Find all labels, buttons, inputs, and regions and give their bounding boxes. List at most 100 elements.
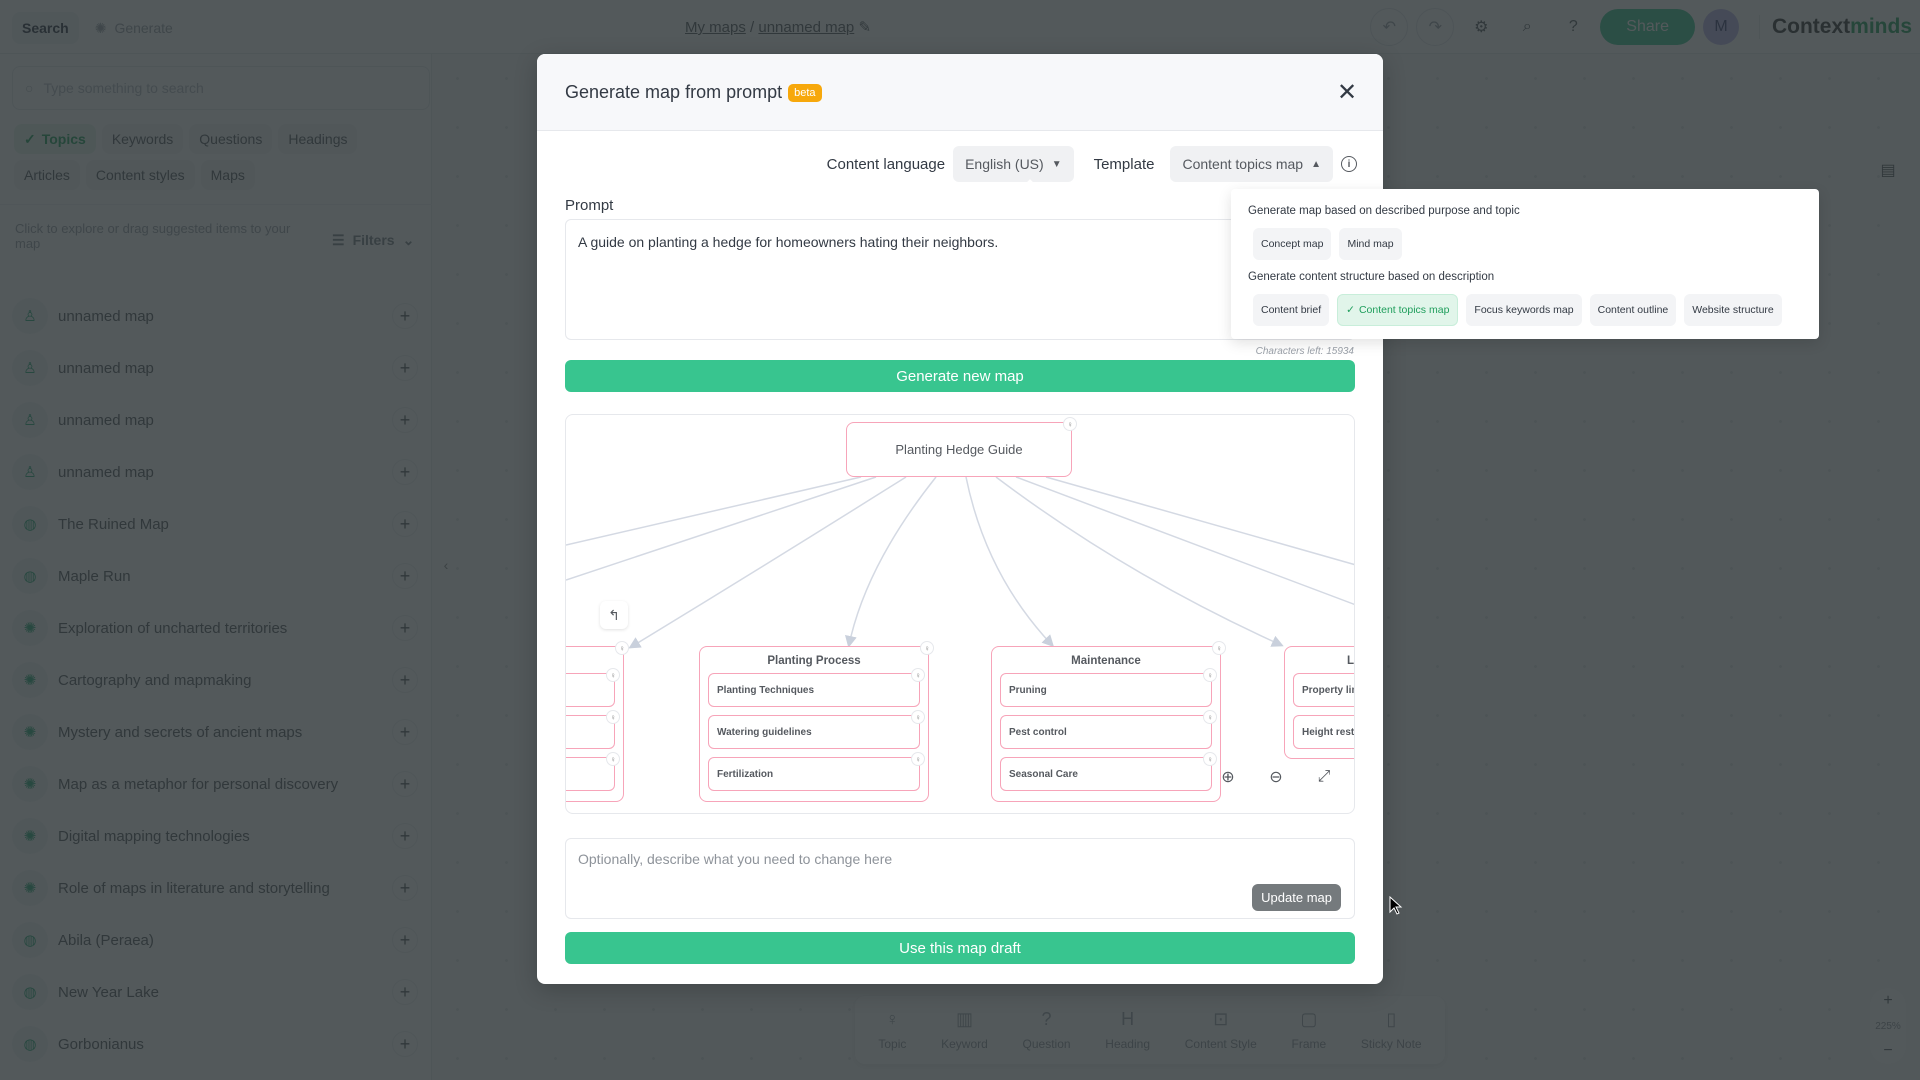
option-label: Content outline	[1597, 304, 1669, 316]
dropdown-section2-heading: Generate content structure based on desc…	[1248, 271, 1495, 283]
map-child-node[interactable]: Planting Techniques ♀	[708, 668, 925, 707]
lightbulb-icon[interactable]: ♀	[606, 668, 620, 682]
child-label: Property lin	[1302, 684, 1355, 696]
edge	[845, 476, 937, 648]
template-value: Content topics map	[1182, 156, 1304, 172]
child-label: Pruning	[1009, 684, 1047, 696]
chevron-up-icon: ▲	[1311, 158, 1321, 170]
content-language-value: English (US)	[965, 156, 1044, 172]
settings-row: Content language English (US) ▼ Template…	[827, 146, 1357, 182]
map-child-node[interactable]: Pruning ♀	[1000, 668, 1217, 707]
beta-badge: beta	[788, 83, 822, 102]
map-root-node[interactable]: Planting Hedge Guide ♀	[846, 417, 1077, 477]
option-label: Content topics map	[1358, 304, 1450, 316]
update-map-button[interactable]: Update map	[1252, 884, 1341, 911]
map-fullscreen-button[interactable]: ⤢	[1312, 765, 1336, 789]
lightbulb-icon[interactable]: ♀	[1203, 668, 1217, 682]
map-child-node[interactable]: Seasonal Care ♀	[1000, 752, 1217, 791]
group-title: L	[1347, 655, 1355, 667]
template-dropdown: Generate map based on described purpose …	[1231, 189, 1819, 339]
option-label: Concept map	[1261, 238, 1324, 250]
lightbulb-icon[interactable]: ♀	[1203, 710, 1217, 724]
edge	[1045, 476, 1354, 566]
option-label: Mind map	[1347, 238, 1394, 250]
map-child-node[interactable]: Pest control ♀	[1000, 710, 1217, 749]
map-undo-button[interactable]: ↰	[600, 601, 628, 629]
lightbulb-icon[interactable]: ♀	[1063, 417, 1077, 431]
prompt-label: Prompt	[565, 197, 614, 214]
child-label: Watering guidelines	[717, 726, 812, 738]
map-group-node[interactable]: Maintenance ♀ Pruning ♀ Pest control ♀ Sea…	[991, 641, 1226, 802]
expand-icon: ⤢	[1317, 768, 1331, 785]
child-label: Pest control	[1009, 726, 1067, 738]
root-node-label: Planting Hedge Guide	[895, 442, 1023, 457]
map-child-node[interactable]: Watering guidelines ♀	[708, 710, 925, 749]
modal-title: Generate map from prompt beta	[565, 82, 822, 103]
option-label: Website structure	[1692, 304, 1774, 316]
lightbulb-icon[interactable]: ♀	[615, 641, 629, 655]
edge	[965, 476, 1055, 648]
map-child-node[interactable]: Fertilization ♀	[708, 752, 925, 791]
map-child-node[interactable]: Property lin	[1293, 673, 1355, 707]
close-icon: ✕	[1336, 78, 1358, 106]
lightbulb-icon[interactable]: ♀	[1203, 752, 1217, 766]
dropdown-section1-heading: Generate map based on described purpose …	[1248, 205, 1520, 217]
option-mind-map[interactable]: Mind map	[1339, 228, 1402, 260]
option-label: Content brief	[1261, 304, 1322, 316]
edge	[566, 476, 862, 546]
option-label: Focus keywords map	[1474, 304, 1574, 316]
child-label: Height restri	[1302, 726, 1355, 738]
map-zoom-in-button[interactable]: ⊕	[1216, 765, 1240, 789]
zoom-in-icon: ⊕	[1221, 769, 1235, 786]
chevron-down-icon: ▼	[1051, 158, 1062, 170]
map-group-node[interactable]: ♀ ♀ ♀ ♀	[566, 641, 629, 802]
edge	[628, 476, 907, 649]
lightbulb-icon[interactable]: ♀	[606, 752, 620, 766]
dropdown-section1-options: Concept map Mind map	[1253, 228, 1402, 260]
change-request-placeholder: Optionally, describe what you need to ch…	[578, 851, 893, 867]
undo-arrow-icon: ↰	[608, 606, 620, 623]
dropdown-section2-options: Content brief ✓ Content topics map Focus …	[1253, 294, 1782, 326]
edge	[1015, 476, 1354, 606]
group-title: Planting Process	[767, 655, 861, 667]
use-map-draft-button[interactable]: Use this map draft	[565, 932, 1355, 964]
close-button[interactable]: ✕	[1333, 78, 1361, 106]
child-label: Seasonal Care	[1009, 768, 1078, 780]
child-label: Planting Techniques	[717, 684, 815, 696]
change-request-input[interactable]: Optionally, describe what you need to ch…	[565, 838, 1355, 919]
map-zoom-out-button[interactable]: ⊖	[1264, 765, 1288, 789]
content-language-label: Content language	[826, 155, 946, 173]
modal-header: Generate map from prompt beta ✕	[537, 54, 1383, 131]
option-focus-keywords-map[interactable]: Focus keywords map	[1466, 294, 1582, 326]
lightbulb-icon[interactable]: ♀	[911, 710, 925, 724]
map-child-node[interactable]: ♀	[566, 710, 620, 749]
check-circle-icon: ✓	[1346, 304, 1355, 316]
lightbulb-icon[interactable]: ♀	[920, 641, 934, 655]
option-content-topics-map[interactable]: ✓ Content topics map	[1337, 294, 1459, 326]
info-icon[interactable]: i	[1341, 156, 1357, 172]
prompt-value: A guide on planting a hedge for homeowne…	[578, 234, 999, 250]
characters-left: Characters left: 15934	[1255, 346, 1354, 357]
generate-new-map-button[interactable]: Generate new map	[565, 360, 1355, 392]
template-select[interactable]: Content topics map ▲	[1170, 146, 1333, 182]
map-preview[interactable]: Planting Hedge Guide ♀ ♀ ♀ ♀ ♀ Planting …	[565, 414, 1355, 814]
map-group-node[interactable]: Planting Process ♀ Planting Techniques ♀ …	[699, 641, 934, 802]
map-child-node[interactable]: ♀	[566, 668, 620, 707]
option-content-brief[interactable]: Content brief	[1253, 294, 1330, 326]
map-child-node[interactable]: ♀	[566, 752, 620, 791]
map-group-node[interactable]: L Property lin Height restri	[1284, 646, 1355, 759]
child-label: Fertilization	[717, 768, 774, 780]
map-child-node[interactable]: Height restri	[1293, 715, 1355, 749]
template-label: Template	[1093, 155, 1155, 173]
lightbulb-icon[interactable]: ♀	[911, 668, 925, 682]
lightbulb-icon[interactable]: ♀	[606, 710, 620, 724]
option-content-outline[interactable]: Content outline	[1589, 294, 1677, 326]
option-website-structure[interactable]: Website structure	[1684, 294, 1782, 326]
modal-title-text: Generate map from prompt	[565, 82, 783, 102]
lightbulb-icon[interactable]: ♀	[911, 752, 925, 766]
content-language-select[interactable]: English (US) ▼	[953, 146, 1074, 182]
edge	[566, 476, 877, 581]
lightbulb-icon[interactable]: ♀	[1212, 641, 1226, 655]
group-title: Maintenance	[1071, 655, 1141, 667]
option-concept-map[interactable]: Concept map	[1253, 228, 1332, 260]
